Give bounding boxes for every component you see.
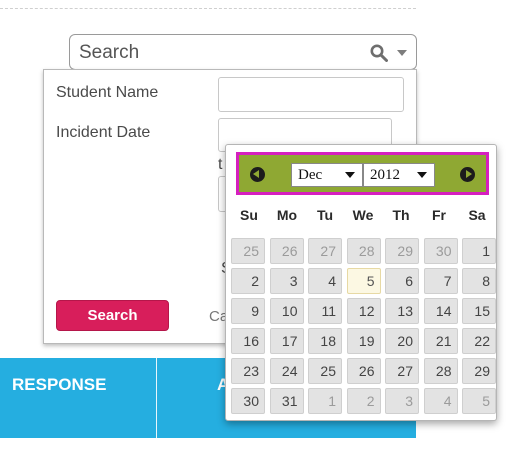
calendar-day[interactable]: 9	[231, 298, 265, 324]
calendar-day[interactable]: 13	[385, 298, 419, 324]
month-select[interactable]: Dec	[291, 163, 363, 187]
calendar-day[interactable]: 16	[231, 328, 265, 354]
calendar-day[interactable]: 29	[385, 238, 419, 264]
calendar-day[interactable]: 27	[308, 238, 342, 264]
student-name-input[interactable]	[218, 77, 404, 112]
calendar-day[interactable]: 24	[269, 358, 304, 384]
calendar-day[interactable]: 31	[269, 388, 304, 414]
search-bar[interactable]: Search	[69, 34, 417, 70]
calendar-day[interactable]: 28	[423, 358, 458, 384]
calendar-day[interactable]: 5	[462, 388, 496, 414]
calendar-day[interactable]: 11	[308, 298, 342, 324]
calendar-day[interactable]: 18	[308, 328, 342, 354]
incident-date-label: Incident Date	[56, 124, 151, 141]
weekday-label: We	[352, 207, 374, 223]
calendar-day[interactable]: 3	[269, 268, 304, 294]
calendar-day[interactable]: 8	[462, 268, 496, 294]
weekday-label: Fr	[432, 207, 446, 223]
calendar-day[interactable]: 23	[231, 358, 265, 384]
column-divider	[156, 358, 157, 438]
calendar-day[interactable]: 1	[308, 388, 342, 414]
calendar-day[interactable]: 21	[423, 328, 458, 354]
calendar-day[interactable]: 2	[231, 268, 265, 294]
calendar-day[interactable]: 1	[462, 238, 496, 264]
calendar-day[interactable]: 22	[462, 328, 496, 354]
top-divider	[0, 8, 416, 9]
weekday-label: Th	[392, 207, 410, 223]
chevron-down-icon[interactable]	[397, 50, 407, 56]
weekday-header: Su Mo Tu We Th Fr Sa	[230, 207, 494, 225]
magnifier-icon[interactable]	[370, 44, 388, 62]
year-select[interactable]: 2012	[363, 163, 435, 187]
calendar-day-today[interactable]: 5	[346, 268, 381, 294]
partial-label-t: t	[218, 156, 223, 173]
calendar-day[interactable]: 26	[269, 238, 304, 264]
datepicker: Dec 2012 Su Mo Tu We Th Fr Sa 25 26 27 28 29…	[225, 144, 497, 421]
year-select-value: 2012	[370, 167, 400, 183]
calendar-day[interactable]: 4	[423, 388, 458, 414]
calendar-day[interactable]: 27	[385, 358, 419, 384]
next-month-icon[interactable]	[460, 167, 475, 182]
student-name-label: Student Name	[56, 84, 159, 101]
calendar-day[interactable]: 25	[308, 358, 342, 384]
calendar-day[interactable]: 2	[346, 388, 381, 414]
month-select-value: Dec	[298, 167, 323, 183]
calendar-day[interactable]: 19	[346, 328, 381, 354]
calendar-day[interactable]: 7	[423, 268, 458, 294]
calendar-day[interactable]: 3	[385, 388, 419, 414]
year-caret-icon	[417, 172, 427, 178]
weekday-label: Mo	[276, 207, 298, 223]
calendar-day[interactable]: 29	[462, 358, 496, 384]
calendar-day[interactable]: 14	[423, 298, 458, 324]
weekday-label: Tu	[316, 207, 334, 223]
column-header-response[interactable]: RESPONSE	[12, 375, 106, 395]
calendar-day[interactable]: 15	[462, 298, 496, 324]
calendar-day[interactable]: 20	[385, 328, 419, 354]
search-button[interactable]: Search	[56, 300, 169, 331]
calendar-day[interactable]: 4	[308, 268, 342, 294]
calendar-day[interactable]: 30	[423, 238, 458, 264]
calendar-day[interactable]: 17	[269, 328, 304, 354]
calendar-day[interactable]: 26	[346, 358, 381, 384]
weekday-label: Sa	[468, 207, 486, 223]
prev-month-icon[interactable]	[250, 167, 265, 182]
calendar-day[interactable]: 30	[231, 388, 265, 414]
calendar-day[interactable]: 25	[231, 238, 265, 264]
calendar-day[interactable]: 6	[385, 268, 419, 294]
calendar-day[interactable]: 28	[346, 238, 381, 264]
calendar-day[interactable]: 10	[269, 298, 304, 324]
month-caret-icon	[345, 172, 355, 178]
datepicker-header: Dec 2012	[236, 152, 489, 195]
search-bar-label: Search	[79, 42, 140, 63]
weekday-label: Su	[240, 207, 258, 223]
calendar-day[interactable]: 12	[346, 298, 381, 324]
